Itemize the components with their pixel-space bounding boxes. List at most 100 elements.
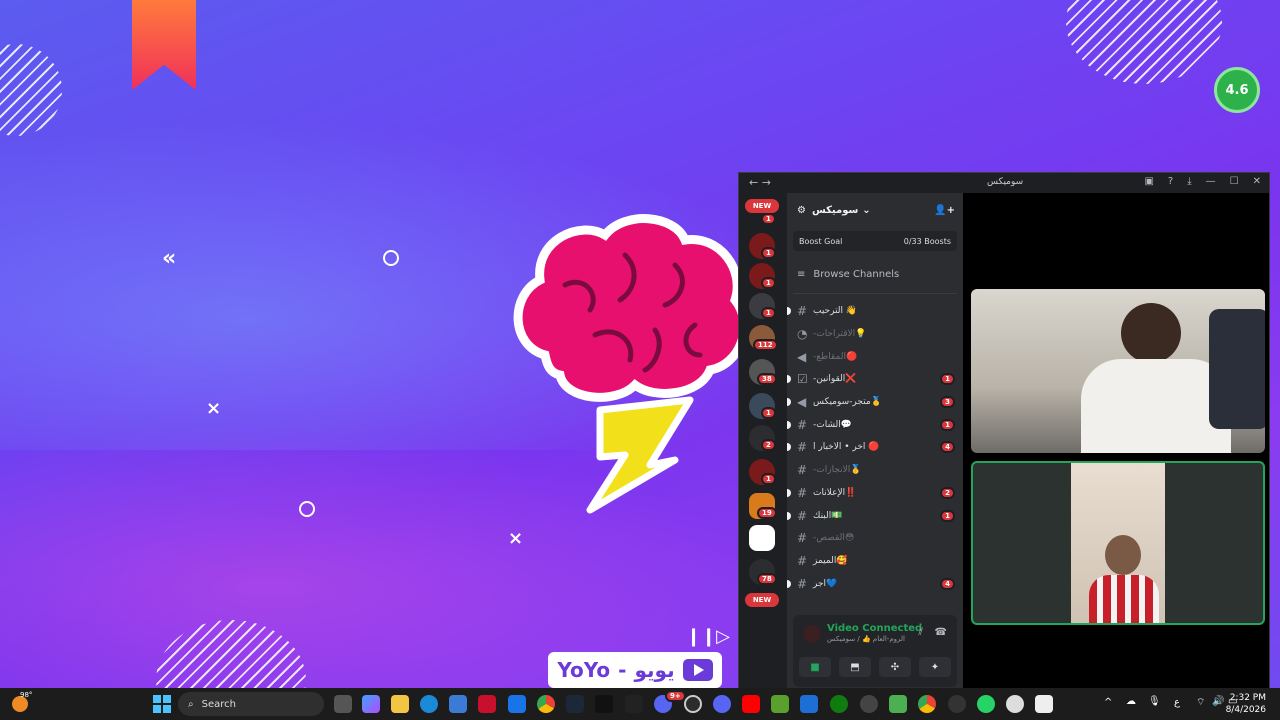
app-icon[interactable]	[948, 695, 966, 713]
screen-share-button[interactable]: ⬒	[839, 657, 871, 677]
channel-item[interactable]: # الميمز🥰	[787, 550, 963, 573]
volume-icon[interactable]: 🔊	[1212, 696, 1224, 707]
channel-name: الميمز🥰	[813, 555, 848, 566]
language-indicator[interactable]: ع	[1174, 697, 1180, 708]
participant-body	[1089, 575, 1159, 623]
invite-people-icon[interactable]: 👤+	[934, 205, 955, 216]
help-icon[interactable]: ?	[1168, 176, 1173, 187]
channel-item[interactable]: # اجر💙 4	[787, 572, 963, 595]
striped-circle-decoration	[1066, 0, 1222, 84]
channel-item[interactable]: # -الانجازات🥇	[787, 459, 963, 482]
logo-separator: -	[618, 658, 627, 682]
channel-item[interactable]: # -الشات💬 1	[787, 413, 963, 436]
channel-item[interactable]: # اخر • الاخبار ا 🔴 4	[787, 436, 963, 459]
participant-head	[1121, 303, 1181, 363]
channel-item[interactable]: # الترحيب 👋	[787, 300, 963, 323]
chevron-up-icon[interactable]: ^	[1104, 697, 1112, 708]
hash-icon: #	[797, 463, 808, 478]
logo-latin-text: YoYo	[557, 658, 611, 682]
server-header[interactable]: ⚙ سوميكس ⌄ 👤+	[787, 193, 963, 227]
app-icon[interactable]	[800, 695, 818, 713]
channel-item[interactable]: # -القصص😳	[787, 527, 963, 550]
channel-sidebar: ⚙ سوميكس ⌄ 👤+ Boost Goal 0/33 Boosts ≡ B…	[787, 193, 963, 691]
mic-icon[interactable]: 🎙	[1148, 696, 1161, 707]
camera-button[interactable]: ■	[799, 657, 831, 677]
taskbar-search[interactable]: ⌕ Search	[178, 692, 324, 716]
mention-badge: 3	[940, 396, 955, 409]
channel-item[interactable]: # البنك💵 1	[787, 504, 963, 527]
unread-dot	[787, 579, 791, 588]
app-icon[interactable]	[478, 695, 496, 713]
noise-suppression-icon[interactable]: ⫽	[919, 627, 923, 638]
mail-icon[interactable]	[508, 695, 526, 713]
hash-icon: #	[797, 440, 808, 455]
channel-item[interactable]: # الإعلانات‼️ 2	[787, 482, 963, 505]
app-icon[interactable]	[595, 695, 613, 713]
discord-window[interactable]: ← → سوميكس ▣ ? ⤓ — ☐ ✕ NEW 1 1 1 1 112 3…	[738, 172, 1270, 691]
windows-start-icon[interactable]	[153, 695, 171, 713]
store-icon[interactable]	[449, 695, 467, 713]
app-icon[interactable]	[860, 695, 878, 713]
inbox-icon[interactable]: ▣	[1144, 176, 1153, 187]
participant-head	[1105, 535, 1141, 575]
chrome-icon[interactable]	[537, 695, 555, 713]
server-badge: 2	[761, 439, 776, 451]
minimize-icon[interactable]: —	[1206, 176, 1216, 187]
maximize-icon[interactable]: ☐	[1230, 176, 1239, 187]
task-view-icon[interactable]	[334, 695, 352, 713]
close-icon[interactable]: ✕	[1253, 176, 1261, 187]
browse-channels[interactable]: ≡ Browse Channels	[787, 255, 963, 293]
onedrive-icon[interactable]: ☁	[1126, 696, 1136, 707]
announcement-icon: ◀	[797, 395, 807, 410]
discord-titlebar[interactable]: ← → سوميكس ▣ ? ⤓ — ☐ ✕	[739, 173, 1269, 193]
channel-item[interactable]: ☑ -القوانين❌ 1	[787, 368, 963, 391]
server-badge: 1	[761, 277, 776, 289]
channel-item[interactable]: ◀ -المقاطع🔴	[787, 345, 963, 368]
file-explorer-icon[interactable]	[391, 695, 409, 713]
download-icon[interactable]: ⤓	[1187, 176, 1191, 187]
unread-dot	[787, 398, 791, 407]
app-icon[interactable]	[684, 695, 702, 713]
app-icon[interactable]	[1035, 695, 1053, 713]
channel-item[interactable]: ◔ -الاقتراحات💡	[787, 323, 963, 346]
chrome-icon[interactable]	[918, 695, 936, 713]
channel-name: البنك💵	[813, 510, 843, 521]
media-player-icon[interactable]	[1006, 695, 1024, 713]
server-badge: 38	[757, 373, 777, 385]
server-icon[interactable]	[749, 525, 775, 551]
edge-icon[interactable]	[420, 695, 438, 713]
minecraft-icon[interactable]	[771, 695, 789, 713]
video-tile-participant-1[interactable]	[971, 289, 1265, 453]
channel-name: متجر-سوميكس🥇	[813, 397, 882, 408]
xbox-icon[interactable]	[830, 695, 848, 713]
new-badge[interactable]: NEW	[745, 199, 779, 213]
channel-item[interactable]: ◀ متجر-سوميكس🥇 3	[787, 391, 963, 414]
rating-badge: 4.6	[1214, 67, 1260, 113]
disconnect-icon[interactable]: ☎	[935, 627, 947, 638]
youtube-icon[interactable]	[742, 695, 760, 713]
whatsapp-icon[interactable]	[977, 695, 995, 713]
soundboard-button[interactable]: ✦	[919, 657, 951, 677]
discord-icon[interactable]	[713, 695, 731, 713]
boost-goal[interactable]: Boost Goal 0/33 Boosts	[793, 231, 957, 251]
epic-games-icon[interactable]	[625, 695, 643, 713]
app-icon[interactable]	[889, 695, 907, 713]
wifi-icon[interactable]: ⌔	[1196, 696, 1205, 709]
back-forward-arrows-icon[interactable]: ← →	[749, 176, 771, 189]
hash-icon: #	[797, 576, 808, 591]
mention-badge: 4	[940, 441, 955, 454]
server-badge: 112	[753, 339, 778, 351]
server-badge: 19	[757, 507, 777, 519]
video-tile-participant-2[interactable]	[971, 461, 1265, 625]
connection-signal-icon	[803, 625, 821, 643]
copilot-icon[interactable]	[362, 695, 380, 713]
list-icon: ≡	[797, 268, 806, 280]
server-badge: 1	[761, 473, 776, 485]
channel-name: اخر • الاخبار ا 🔴	[813, 442, 880, 453]
hash-icon: #	[797, 553, 808, 568]
server-badge: 1	[761, 247, 776, 259]
new-badge[interactable]: NEW	[745, 593, 779, 607]
taskbar-clock[interactable]: 2:32 PM 8/4/2026	[1226, 692, 1266, 716]
steam-icon[interactable]	[566, 695, 584, 713]
activities-button[interactable]: ✣	[879, 657, 911, 677]
